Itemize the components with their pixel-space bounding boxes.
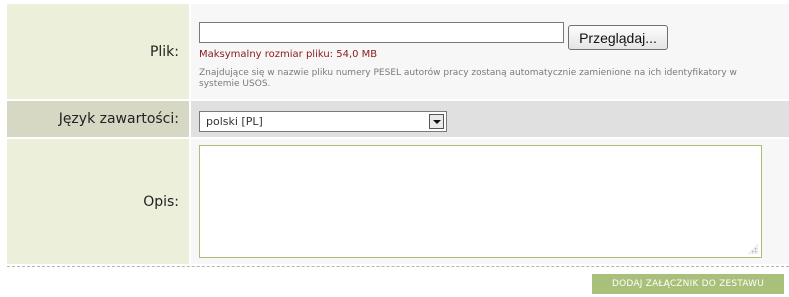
- description-label: Opis:: [7, 139, 189, 264]
- language-row: Język zawartości: polski [PL]: [7, 101, 789, 137]
- add-attachment-button[interactable]: DODAJ ZAŁĄCZNIK DO ZESTAWU: [592, 274, 784, 294]
- file-cell: Przeglądaj... Maksymalny rozmiar pliku: …: [191, 4, 789, 99]
- description-textarea[interactable]: [199, 145, 762, 258]
- footer-divider: [7, 266, 789, 267]
- description-cell: [191, 139, 789, 264]
- file-path-input[interactable]: [199, 22, 564, 43]
- resize-grip-icon[interactable]: [748, 244, 758, 254]
- browse-button[interactable]: Przeglądaj...: [568, 25, 668, 50]
- file-row: Plik: Przeglądaj... Maksymalny rozmiar p…: [7, 4, 789, 99]
- language-selected-value: polski [PL]: [206, 115, 263, 128]
- dropdown-arrow-icon[interactable]: [429, 114, 444, 129]
- language-label: Język zawartości:: [7, 101, 189, 137]
- max-file-size-text: Maksymalny rozmiar pliku: 54,0 MB: [199, 49, 378, 60]
- language-cell: polski [PL]: [191, 101, 789, 137]
- pesel-hint-text: Znajdujące się w nazwie pliku numery PES…: [199, 68, 737, 89]
- attachment-form: Plik: Przeglądaj... Maksymalny rozmiar p…: [7, 4, 789, 297]
- language-select[interactable]: polski [PL]: [199, 111, 447, 132]
- description-row: Opis:: [7, 139, 789, 264]
- file-label: Plik:: [7, 4, 189, 99]
